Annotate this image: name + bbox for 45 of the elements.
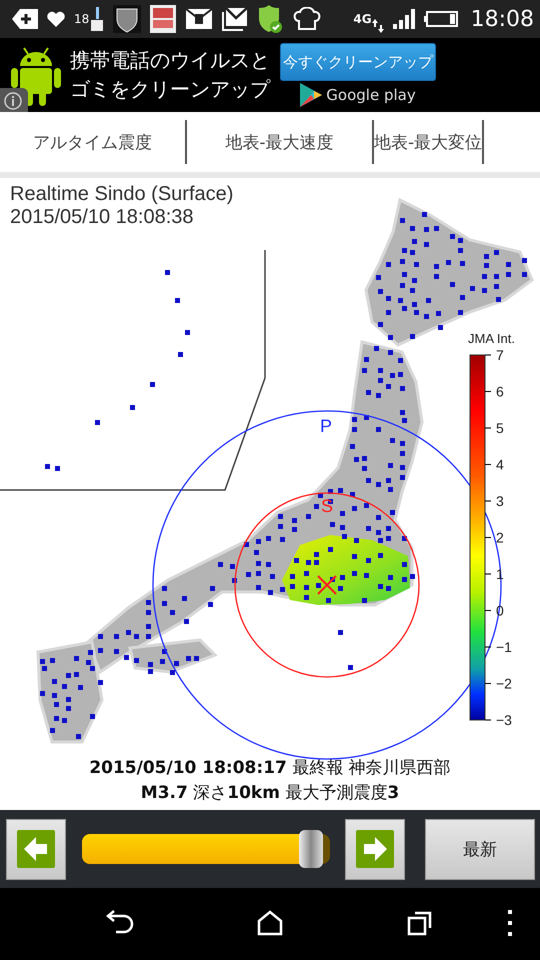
scale-label: 4 xyxy=(496,456,504,472)
recent-apps-icon[interactable] xyxy=(407,910,433,936)
heart-icon xyxy=(47,11,65,27)
chef-hat-icon xyxy=(292,7,322,31)
mail-icon xyxy=(222,7,248,31)
scale-title: JMA Int. xyxy=(468,331,515,346)
scale-label: −3 xyxy=(496,712,512,728)
data-arrows-icon xyxy=(372,19,384,33)
plus-tag-icon xyxy=(12,9,38,29)
mail-icon xyxy=(185,8,214,30)
previous-button[interactable] xyxy=(6,818,66,880)
scale-label: −2 xyxy=(496,676,512,692)
shield-check-icon xyxy=(257,5,284,33)
brush-icon xyxy=(90,7,104,31)
next-button[interactable] xyxy=(345,818,405,880)
network-type: 4G xyxy=(353,13,372,25)
store-label: Google play xyxy=(326,86,416,104)
signal-icon xyxy=(392,9,415,29)
map-title: Realtime Sindo (Surface) xyxy=(10,183,234,205)
map-timestamp: 2015/05/10 18:08:38 xyxy=(10,206,194,228)
notification-count: 18 xyxy=(74,12,90,26)
scale-label: 7 xyxy=(496,347,504,363)
scale-label: 2 xyxy=(496,530,504,546)
home-icon[interactable] xyxy=(257,910,283,936)
tab[interactable]: アルタイム震度 xyxy=(0,120,187,164)
ad-text: 携帯電話のウイルスと ゴミをクリーンアップ xyxy=(70,47,270,103)
scale-label: 5 xyxy=(496,420,504,436)
slider-thumb[interactable] xyxy=(298,830,323,868)
menu-icon[interactable] xyxy=(507,910,513,936)
epicenter-icon xyxy=(317,575,337,595)
shield-icon xyxy=(113,5,142,33)
play-store-icon xyxy=(300,83,322,107)
tab[interactable]: 地表-最大速度 xyxy=(187,120,374,164)
scale-label: 6 xyxy=(496,384,504,400)
scale-label: 3 xyxy=(496,493,504,509)
clock-time: 18:08 xyxy=(470,6,534,32)
battery-icon xyxy=(424,11,458,27)
p-wave-label: P xyxy=(320,416,332,436)
earthquake-info: 2015/05/10 18:08:17 最終報 神奈川県西部 xyxy=(89,757,451,780)
scale-label: −1 xyxy=(496,639,512,655)
back-icon[interactable] xyxy=(106,910,134,934)
latest-button[interactable]: 最新 xyxy=(425,818,535,880)
s-wave-label: S xyxy=(321,496,334,516)
tab[interactable]: 地表-最大変位 xyxy=(374,120,484,164)
app-icon xyxy=(150,5,176,33)
